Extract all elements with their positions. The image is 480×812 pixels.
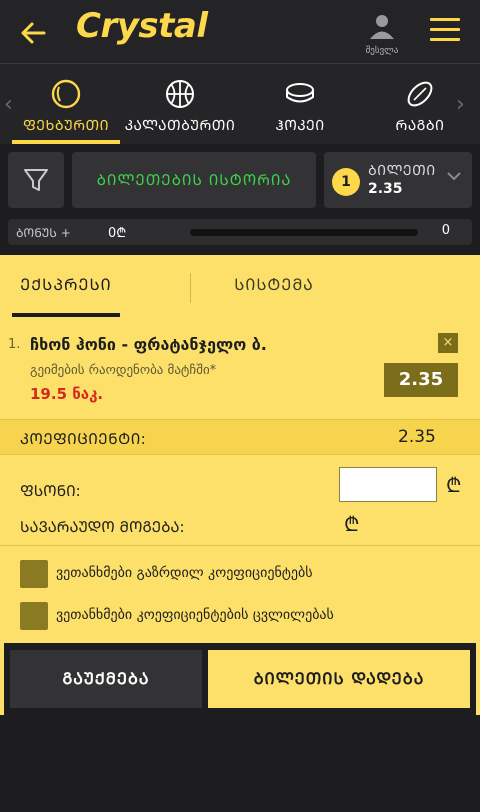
filter-button[interactable] [8, 152, 64, 208]
coefficient-label: ᲙᲝᲔᲤᲘᲪᲘᲔᲜᲢᲘ: [20, 430, 147, 448]
app-root: Crystalbet შესვლა ‹ ᲤᲔᲮᲑᲣᲠᲗᲘ [0, 0, 480, 812]
active-tab-underline [12, 140, 120, 144]
rugby-ball-icon [407, 81, 433, 107]
bet-pick: 19.5 ნაკ. [30, 385, 104, 403]
user-icon [370, 15, 394, 39]
sport-tab-label: ᲙᲐᲚᲐᲗᲑᲣᲠᲗᲘ [124, 118, 236, 134]
tab-divider [190, 273, 191, 303]
chevron-down-icon [447, 172, 461, 181]
checkbox-label: ვეთანხმები კოეფიციენტების ცვლილებას [56, 607, 334, 623]
coefficient-row: ᲙᲝᲔᲤᲘᲪᲘᲔᲜᲢᲘ: 2.35 [0, 419, 480, 455]
top-header: Crystalbet შესვლა [0, 0, 480, 114]
sports-nav: ‹ ᲤᲔᲮᲑᲣᲠᲗᲘ ᲙᲐᲚᲐᲗᲑᲣᲠᲗᲘ ᲰᲝᲙᲔᲘ ᲠᲐᲒᲑᲘ › [0, 64, 480, 144]
sport-tab-basketball[interactable]: ᲙᲐᲚᲐᲗᲑᲣᲠᲗᲘ [120, 64, 240, 144]
chevron-right-icon[interactable]: › [456, 92, 465, 117]
checkbox-label: ვეთანხმები გაზრდილ კოეფიციენტებს [56, 565, 313, 581]
betslip-toolbar: ᲑᲘᲚᲔᲗᲔᲑᲘᲡ ᲘᲡᲢᲝᲠᲘᲐ 1 ᲑᲘᲚᲔᲗᲘ 2.35 [8, 152, 472, 210]
active-tab-underline [12, 313, 120, 317]
accept-odds-changes-checkbox[interactable] [20, 602, 48, 630]
bonus-value: 0₾ [108, 226, 127, 241]
soccer-ball-icon [51, 79, 81, 109]
bet-match-name: ჩხონ ჰონი - ფრატანჯელო ბ. [30, 335, 267, 354]
bonus-label: ᲑᲝᲜᲣᲡ + [16, 226, 71, 240]
coefficient-value: 2.35 [398, 427, 436, 447]
stake-input[interactable] [339, 467, 437, 502]
bonus-progress-bar [190, 229, 418, 236]
basketball-icon [166, 80, 194, 108]
ticket-selector[interactable]: 1 ᲑᲘᲚᲔᲗᲘ 2.35 [324, 152, 472, 208]
place-bet-button[interactable]: ᲑᲘᲚᲔᲗᲘᲡ ᲓᲐᲓᲔᲑᲐ [208, 650, 470, 708]
sport-tab-hockey[interactable]: ᲰᲝᲙᲔᲘ [244, 64, 356, 144]
bonus-row: ᲑᲝᲜᲣᲡ + 0₾ 0 [8, 219, 472, 245]
funnel-icon [24, 169, 48, 191]
stake-label: ᲤᲡᲝᲜᲘ: [20, 482, 81, 500]
tab-system[interactable]: ᲡᲘᲡᲢᲔᲛᲐ [220, 255, 328, 317]
hamburger-menu-icon[interactable] [430, 18, 460, 46]
brand-logo[interactable]: Crystalbet [76, 6, 208, 114]
ticket-odds: 2.35 [368, 181, 403, 197]
bet-history-button[interactable]: ᲑᲘᲚᲔᲗᲔᲑᲘᲡ ᲘᲡᲢᲝᲠᲘᲐ [72, 152, 316, 208]
ticket-count-badge: 1 [332, 168, 360, 196]
accept-increased-odds-checkbox[interactable] [20, 560, 48, 588]
slip-tabs: ᲔᲥᲡᲞᲠᲔᲡᲘ ᲡᲘᲡᲢᲔᲛᲐ [0, 255, 480, 319]
accept-odds-changes-row[interactable]: ვეთანხმები კოეფიციენტების ცვლილებას [20, 602, 460, 630]
tab-express[interactable]: ᲔᲥᲡᲞᲠᲔᲡᲘ [12, 255, 120, 317]
sport-tab-label: ᲰᲝᲙᲔᲘ [275, 118, 325, 134]
bet-slip: ᲔᲥᲡᲞᲠᲔᲡᲘ ᲡᲘᲡᲢᲔᲛᲐ 1. ჩხონ ჰონი - ფრატანჯე… [0, 255, 480, 715]
bet-market: გეიმების რაოდენობა მატჩში* [30, 363, 217, 378]
lari-currency-icon: ₾ [446, 473, 462, 497]
ticket-label: ᲑᲘᲚᲔᲗᲘ [368, 163, 436, 179]
sport-tab-label: ᲠᲐᲒᲑᲘ [395, 118, 445, 134]
bonus-count: 0 [441, 223, 450, 238]
cancel-button[interactable]: ᲒᲐᲣᲥᲛᲔᲑᲐ [10, 650, 202, 708]
remove-bet-close-icon[interactable]: × [438, 333, 458, 353]
possible-win-label: ᲡᲐᲕᲐᲠᲐᲣᲓᲝ ᲛᲝᲒᲔᲑᲐ: [20, 518, 185, 536]
page-background [0, 715, 480, 812]
login-label: შესვლა [365, 46, 399, 56]
hockey-puck-icon [286, 83, 314, 103]
back-arrow-icon[interactable] [18, 18, 48, 48]
bet-index: 1. [8, 337, 21, 352]
lari-currency-icon: ₾ [344, 512, 360, 536]
accept-increased-odds-row[interactable]: ვეთანხმები გაზრდილ კოეფიციენტებს [20, 560, 460, 588]
logo-text-crystal: Crystal [76, 6, 208, 46]
login-button[interactable]: შესვლა [358, 12, 406, 56]
divider [0, 545, 480, 546]
bet-selection: 1. ჩხონ ჰონი - ფრატანჯელო ბ. გეიმების რა… [0, 323, 480, 419]
sport-tab-label: ᲤᲔᲮᲑᲣᲠᲗᲘ [22, 118, 109, 134]
action-bar: ᲒᲐᲣᲥᲛᲔᲑᲐ ᲑᲘᲚᲔᲗᲘᲡ ᲓᲐᲓᲔᲑᲐ [4, 643, 476, 715]
sport-tab-football[interactable]: ᲤᲔᲮᲑᲣᲠᲗᲘ [12, 64, 120, 144]
bet-odds: 2.35 [384, 363, 458, 397]
